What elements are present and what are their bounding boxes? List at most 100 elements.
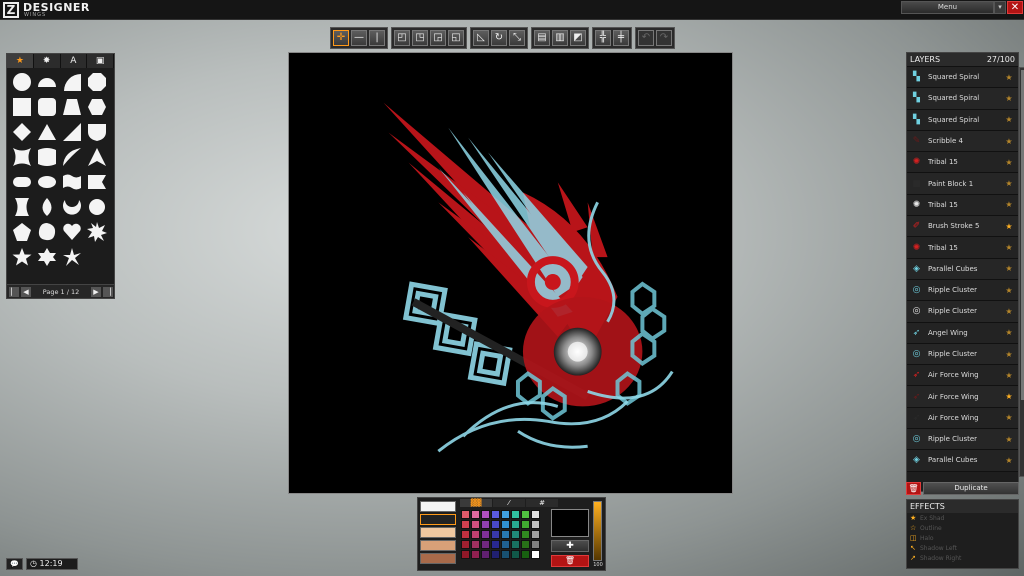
palette-color-swatch[interactable] bbox=[521, 550, 530, 559]
favorite-star-icon[interactable]: ★ bbox=[1004, 286, 1014, 295]
shape-star-6[interactable] bbox=[36, 246, 58, 268]
palette-color-swatch[interactable] bbox=[501, 530, 510, 539]
shape-concave-square[interactable] bbox=[11, 146, 33, 168]
layer-row[interactable]: ◈ Parallel Cubes ★ bbox=[907, 450, 1018, 472]
shape-crescent[interactable] bbox=[61, 196, 83, 218]
favorite-star-icon[interactable]: ★ bbox=[1004, 115, 1014, 124]
palette-color-swatch[interactable] bbox=[481, 550, 490, 559]
shape-right-triangle[interactable] bbox=[61, 121, 83, 143]
palette-color-swatch[interactable] bbox=[481, 520, 490, 529]
first-page-icon[interactable]: ▏ bbox=[9, 287, 19, 297]
color-tab[interactable]: ⁄ bbox=[493, 499, 525, 507]
image-icon[interactable]: ▣ bbox=[87, 54, 114, 68]
palette-color-swatch[interactable] bbox=[481, 510, 490, 519]
undo-icon[interactable]: ↶ bbox=[638, 30, 654, 46]
shape-quarter-circle[interactable] bbox=[61, 71, 83, 93]
delete-color-button[interactable]: 🗑 bbox=[551, 555, 589, 567]
shape-half-circle[interactable] bbox=[36, 71, 58, 93]
prev-page-icon[interactable]: ◀ bbox=[21, 287, 31, 297]
shape-oval[interactable] bbox=[36, 171, 58, 193]
shape-sunburst[interactable] bbox=[86, 196, 108, 218]
favorite-star-icon[interactable]: ★ bbox=[1004, 371, 1014, 380]
recent-color-swatch[interactable] bbox=[420, 501, 456, 512]
horizontal-bar-icon[interactable]: — bbox=[351, 30, 367, 46]
layer-row[interactable]: ◎ Ripple Cluster ★ bbox=[907, 343, 1018, 366]
shape-trapezoid[interactable] bbox=[61, 96, 83, 118]
shape-starburst[interactable] bbox=[86, 221, 108, 243]
align-up-icon[interactable]: ◲ bbox=[430, 30, 446, 46]
palette-color-swatch[interactable] bbox=[471, 520, 480, 529]
palette-color-swatch[interactable] bbox=[521, 520, 530, 529]
palette-color-swatch[interactable] bbox=[481, 530, 490, 539]
palette-color-swatch[interactable] bbox=[461, 540, 470, 549]
layer-row[interactable]: ◈ Parallel Cubes ★ bbox=[907, 258, 1018, 280]
favorite-star-icon[interactable]: ★ bbox=[1004, 200, 1014, 209]
ungroup-icon[interactable]: ╪ bbox=[613, 30, 629, 46]
layer-row[interactable]: ◎ Ripple Cluster ★ bbox=[907, 301, 1018, 323]
shape-shield[interactable] bbox=[86, 121, 108, 143]
favorite-star-icon[interactable]: ★ bbox=[1004, 73, 1014, 82]
palette-color-swatch[interactable] bbox=[531, 520, 540, 529]
shape-hourglass[interactable] bbox=[11, 196, 33, 218]
palette-color-swatch[interactable] bbox=[471, 510, 480, 519]
shape-rounded-square[interactable] bbox=[36, 96, 58, 118]
shape-triangle[interactable] bbox=[36, 121, 58, 143]
mirror-icon[interactable]: ▤ bbox=[534, 30, 550, 46]
effect-item[interactable]: ↖ Shadow Left bbox=[907, 543, 1018, 553]
palette-color-swatch[interactable] bbox=[471, 530, 480, 539]
palette-color-swatch[interactable] bbox=[481, 540, 490, 549]
favorite-star-icon[interactable]: ★ bbox=[1004, 435, 1014, 444]
palette-color-swatch[interactable] bbox=[461, 520, 470, 529]
shape-hexagon[interactable] bbox=[86, 96, 108, 118]
layers-scrollbar[interactable] bbox=[1019, 67, 1024, 477]
layer-row[interactable]: ✎ Scribble 4 ★ bbox=[907, 130, 1018, 153]
skew-icon[interactable]: ◺ bbox=[473, 30, 489, 46]
shape-blob[interactable] bbox=[36, 221, 58, 243]
rotate-icon[interactable]: ↻ bbox=[491, 30, 507, 46]
favorite-star-icon[interactable]: ★ bbox=[1004, 179, 1014, 188]
recent-color-swatch[interactable] bbox=[420, 553, 456, 564]
move-icon[interactable]: ✛ bbox=[333, 30, 349, 46]
align-back-icon[interactable]: ◳ bbox=[412, 30, 428, 46]
layer-row[interactable]: ◎ Ripple Cluster ★ bbox=[907, 429, 1018, 451]
favorite-star-icon[interactable]: ★ bbox=[1004, 222, 1014, 231]
palette-color-swatch[interactable] bbox=[511, 540, 520, 549]
shape-pentagon-badge[interactable] bbox=[11, 221, 33, 243]
palette-color-swatch[interactable] bbox=[461, 510, 470, 519]
burst-icon[interactable]: ✸ bbox=[34, 54, 61, 68]
palette-color-swatch[interactable] bbox=[501, 540, 510, 549]
palette-color-swatch[interactable] bbox=[531, 540, 540, 549]
shape-capsule[interactable] bbox=[11, 171, 33, 193]
text-icon[interactable]: A bbox=[61, 54, 88, 68]
last-page-icon[interactable]: ▕ bbox=[103, 287, 113, 297]
layer-row[interactable]: ➶ Air Force Wing ★ bbox=[907, 407, 1018, 430]
favorite-star-icon[interactable]: ★ bbox=[1004, 350, 1014, 359]
palette-color-swatch[interactable] bbox=[531, 510, 540, 519]
palette-color-swatch[interactable] bbox=[491, 550, 500, 559]
palette-color-swatch[interactable] bbox=[511, 520, 520, 529]
favorite-star-icon[interactable]: ★ bbox=[1004, 392, 1014, 401]
palette-color-swatch[interactable] bbox=[521, 530, 530, 539]
add-color-button[interactable]: ✚ bbox=[551, 540, 589, 552]
shape-teardrop[interactable] bbox=[36, 196, 58, 218]
layer-row[interactable]: ✺ Tribal 15 ★ bbox=[907, 237, 1018, 259]
layer-row[interactable]: ✺ Tribal 15 ★ bbox=[907, 152, 1018, 174]
palette-color-swatch[interactable] bbox=[471, 540, 480, 549]
favorite-star-icon[interactable]: ★ bbox=[1004, 328, 1014, 337]
recent-color-swatch[interactable] bbox=[420, 514, 456, 525]
vertical-bar-icon[interactable]: | bbox=[369, 30, 385, 46]
shape-diamond[interactable] bbox=[11, 121, 33, 143]
layer-row[interactable]: ■ Paint Block 1 ★ bbox=[907, 173, 1018, 195]
layer-row[interactable]: ◎ Ripple Cluster ★ bbox=[907, 279, 1018, 302]
layer-row[interactable]: ▚ Squared Spiral ★ bbox=[907, 109, 1018, 131]
close-icon[interactable]: ✕ bbox=[1007, 1, 1023, 14]
palette-color-swatch[interactable] bbox=[501, 550, 510, 559]
favorite-star-icon[interactable]: ★ bbox=[1004, 264, 1014, 273]
recent-color-swatch[interactable] bbox=[420, 540, 456, 551]
shape-star[interactable] bbox=[11, 246, 33, 268]
layer-row[interactable]: ✺ Tribal 15 ★ bbox=[907, 194, 1018, 217]
shape-star-spiral[interactable] bbox=[61, 246, 83, 268]
favorite-star-icon[interactable]: ★ bbox=[1004, 456, 1014, 465]
layer-row[interactable]: ▚ Squared Spiral ★ bbox=[907, 67, 1018, 89]
align-front-icon[interactable]: ◰ bbox=[394, 30, 410, 46]
